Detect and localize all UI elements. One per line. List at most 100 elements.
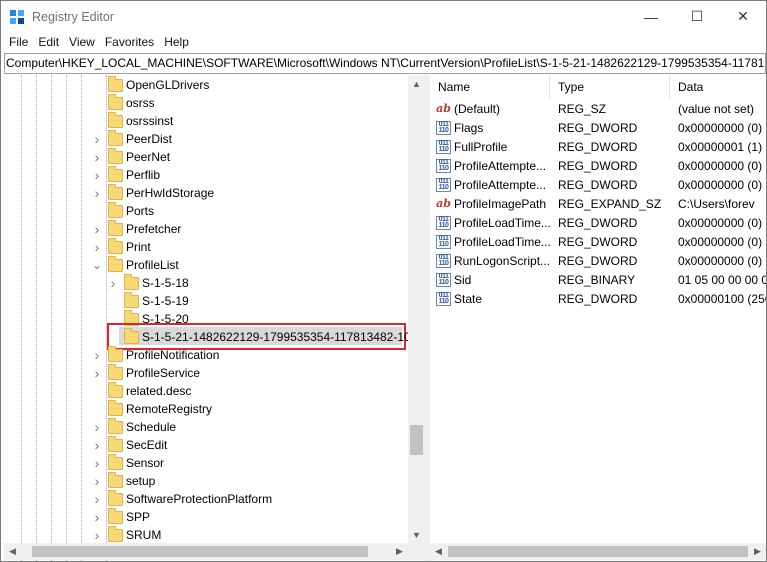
folder-icon xyxy=(108,418,123,434)
chevron-down-icon[interactable]: ⌄ xyxy=(90,256,104,274)
tree-key-row[interactable]: osrss xyxy=(4,94,408,112)
tree-key-row[interactable]: › S-1-5-18 xyxy=(4,274,408,292)
value-data-cell: (value not set) xyxy=(678,102,755,116)
value-row[interactable]: 011 110 ProfileAttempte... REG_DWORD 0x0000… xyxy=(430,157,766,176)
tree-key-row[interactable]: › Schedule xyxy=(4,418,408,436)
tree-key-row[interactable]: › PerHwIdStorage xyxy=(4,184,408,202)
tree-key-row[interactable]: › setup xyxy=(4,472,408,490)
tree-key-row[interactable]: › ProfileNotification xyxy=(4,346,408,364)
tree-horizontal-scroll-thumb[interactable] xyxy=(32,546,368,557)
chevron-right-icon[interactable]: › xyxy=(90,130,104,148)
chevron-right-icon[interactable]: › xyxy=(90,472,104,490)
chevron-right-icon[interactable]: › xyxy=(90,220,104,238)
values-pane: Name Type Data ab (Default) REG_SZ (value n… xyxy=(430,75,766,561)
chevron-right-icon[interactable]: › xyxy=(90,454,104,472)
tree-key-row[interactable]: › PeerDist xyxy=(4,130,408,148)
value-row[interactable]: 011 110 ProfileLoadTime... REG_DWORD 0x0000… xyxy=(430,233,766,252)
tree-key-row[interactable]: related.desc xyxy=(4,382,408,400)
values-horizontal-scroll-thumb[interactable] xyxy=(448,546,748,557)
value-data-cell: 0x00000000 (0) xyxy=(678,216,763,230)
folder-icon xyxy=(108,364,123,380)
string-value-icon: ab xyxy=(436,197,451,210)
menu-edit[interactable]: Edit xyxy=(33,32,64,52)
folder-icon xyxy=(108,112,123,128)
menu-help[interactable]: Help xyxy=(159,32,194,52)
tree-key-row[interactable]: S-1-5-21-1482622129-1799535354-117813482… xyxy=(4,328,424,346)
tree-key-row[interactable]: S-1-5-19 xyxy=(4,292,408,310)
chevron-right-icon[interactable]: › xyxy=(106,274,120,292)
tree-key-row[interactable]: › SPP xyxy=(4,508,408,526)
tree-key-row[interactable]: › Sensor xyxy=(4,454,408,472)
tree-vertical-scrollbar[interactable]: ▲ ▼ xyxy=(408,75,425,543)
tree-key-row[interactable]: OpenGLDrivers xyxy=(4,76,408,94)
tree-key-row[interactable]: osrssinst xyxy=(4,112,408,130)
value-row[interactable]: 011 110 Sid REG_BINARY 01 05 00 00 00 00 xyxy=(430,271,766,290)
chevron-right-icon[interactable]: › xyxy=(90,508,104,526)
chevron-right-icon[interactable]: › xyxy=(90,418,104,436)
string-value-icon: ab xyxy=(436,102,451,115)
tree-key-label: SRUM xyxy=(126,528,162,542)
value-row[interactable]: 011 110 ProfileLoadTime... REG_DWORD 0x0000… xyxy=(430,214,766,233)
value-row[interactable]: 011 110 FullProfile REG_DWORD 0x00000001 (1… xyxy=(430,138,766,157)
scroll-up-arrow-icon[interactable]: ▲ xyxy=(408,75,425,92)
value-row[interactable]: 011 110 Flags REG_DWORD 0x00000000 (0) xyxy=(430,119,766,138)
chevron-right-icon[interactable]: › xyxy=(90,238,104,256)
tree-horizontal-scrollbar[interactable]: ◀ ▶ xyxy=(4,543,408,560)
tree-key-row[interactable]: › SecEdit xyxy=(4,436,408,454)
chevron-right-icon[interactable]: › xyxy=(90,148,104,166)
value-data-cell: 0x00000000 (0) xyxy=(678,121,763,135)
values-horizontal-scrollbar[interactable]: ◀ ▶ xyxy=(430,543,766,560)
value-row[interactable]: 011 110 ProfileAttempte... REG_DWORD 0x0000… xyxy=(430,176,766,195)
tree-key-label: Sensor xyxy=(126,456,165,470)
value-data-cell: 01 05 00 00 00 00 xyxy=(678,273,766,287)
folder-icon xyxy=(108,184,123,200)
value-name-cell: ProfileImagePath xyxy=(454,197,547,211)
scroll-left-arrow-icon[interactable]: ◀ xyxy=(430,543,447,560)
value-row[interactable]: 011 110 RunLogonScript... REG_DWORD 0x00000… xyxy=(430,252,766,271)
tree-key-row[interactable]: › Prefetcher xyxy=(4,220,408,238)
chevron-right-icon[interactable]: › xyxy=(90,184,104,202)
scroll-right-arrow-icon[interactable]: ▶ xyxy=(391,543,408,560)
close-button[interactable]: ✕ xyxy=(720,1,766,32)
value-row[interactable]: ab ProfileImagePath REG_EXPAND_SZ C:\Users\… xyxy=(430,195,766,214)
scroll-right-arrow-icon[interactable]: ▶ xyxy=(749,543,766,560)
address-bar[interactable]: Computer\HKEY_LOCAL_MACHINE\SOFTWARE\Mic… xyxy=(4,53,766,74)
column-header-type[interactable]: Type xyxy=(550,75,670,99)
tree-key-row[interactable]: › PeerNet xyxy=(4,148,408,166)
menu-favorites[interactable]: Favorites xyxy=(100,32,159,52)
tree-key-row[interactable]: › SRUM xyxy=(4,526,408,544)
tree-key-row[interactable]: › ProfileService xyxy=(4,364,408,382)
folder-icon xyxy=(108,490,123,506)
tree-key-row[interactable]: Ports xyxy=(4,202,408,220)
value-row[interactable]: ab (Default) REG_SZ (value not set) xyxy=(430,100,766,119)
menu-view[interactable]: View xyxy=(64,32,100,52)
column-header-data[interactable]: Data xyxy=(670,75,766,99)
chevron-right-icon[interactable]: › xyxy=(90,436,104,454)
chevron-right-icon[interactable]: › xyxy=(90,346,104,364)
tree-key-row[interactable]: › SoftwareProtectionPlatform xyxy=(4,490,408,508)
chevron-right-icon[interactable]: › xyxy=(90,166,104,184)
tree-key-row[interactable]: › Perflib xyxy=(4,166,408,184)
scroll-left-arrow-icon[interactable]: ◀ xyxy=(4,543,21,560)
column-header-name[interactable]: Name xyxy=(430,75,550,99)
value-data-cell: 0x00000000 (0) xyxy=(678,159,763,173)
folder-icon xyxy=(108,256,123,272)
folder-icon xyxy=(108,508,123,524)
minimize-button[interactable]: — xyxy=(628,1,674,32)
value-type-cell: REG_DWORD xyxy=(558,254,638,268)
menu-file[interactable]: File xyxy=(4,32,33,52)
tree-key-row[interactable]: RemoteRegistry xyxy=(4,400,408,418)
chevron-right-icon[interactable]: › xyxy=(90,526,104,544)
tree-key-row[interactable]: › Print xyxy=(4,238,408,256)
chevron-right-icon[interactable]: › xyxy=(90,490,104,508)
tree-key-row[interactable]: ⌄ ProfileList xyxy=(4,256,408,274)
title-bar[interactable]: Registry Editor — ☐ ✕ xyxy=(1,1,766,32)
maximize-button[interactable]: ☐ xyxy=(674,1,720,32)
value-type-cell: REG_DWORD xyxy=(558,292,638,306)
scroll-down-arrow-icon[interactable]: ▼ xyxy=(408,526,425,543)
maximize-icon: ☐ xyxy=(690,8,704,24)
chevron-right-icon[interactable]: › xyxy=(90,364,104,382)
menu-bar: File Edit View Favorites Help xyxy=(1,32,766,52)
tree-vertical-scroll-thumb[interactable] xyxy=(410,425,423,455)
value-row[interactable]: 011 110 State REG_DWORD 0x00000100 (256) xyxy=(430,290,766,309)
